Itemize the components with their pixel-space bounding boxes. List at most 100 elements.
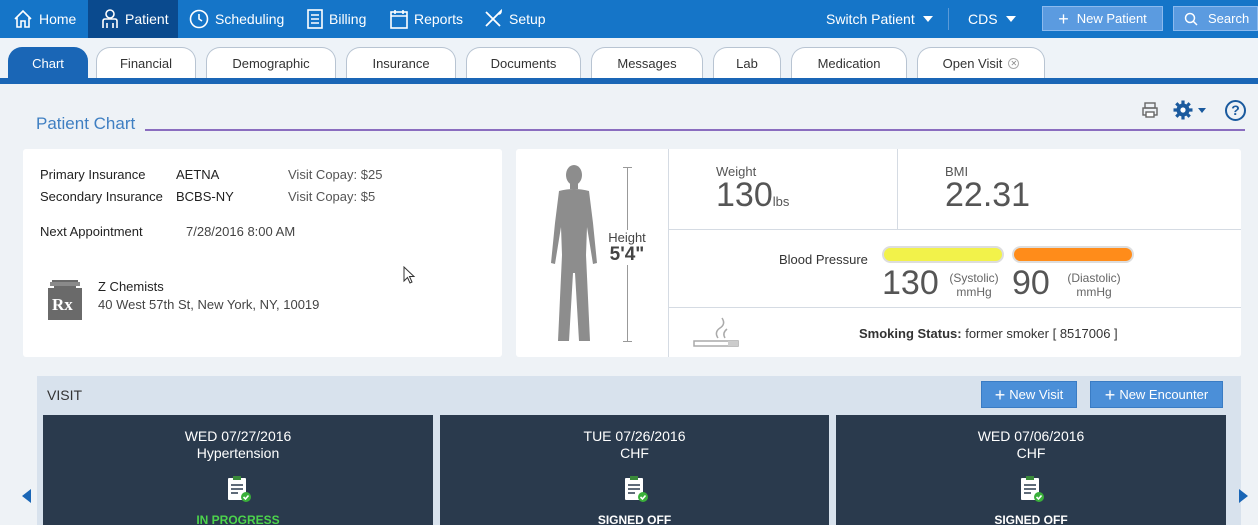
home-icon — [12, 8, 34, 30]
next-appointment-value: 7/28/2016 8:00 AM — [186, 224, 296, 239]
cursor-icon — [403, 265, 417, 291]
new-patient-button[interactable]: + New Patient — [1042, 6, 1163, 31]
nav-reports-label: Reports — [414, 11, 464, 27]
vitals-divider — [897, 149, 898, 229]
tab-financial[interactable]: Financial — [96, 47, 196, 78]
bmi-value: 22.31 — [945, 176, 1031, 214]
switch-patient-label: Switch Patient — [826, 11, 915, 27]
close-icon[interactable]: ✕ — [1008, 57, 1020, 69]
weight-unit: lbs — [772, 194, 790, 209]
height-value: 5'4" — [609, 244, 645, 265]
nav-billing[interactable]: Billing — [306, 0, 366, 38]
vitals-divider — [668, 149, 669, 357]
tab-bar: Chart Financial Demographic Insurance Do… — [0, 38, 1258, 84]
new-visit-button[interactable]: + New Visit — [981, 381, 1077, 408]
search-label: Search — [1208, 11, 1250, 26]
tab-label: Medication — [817, 55, 881, 71]
tab-lab[interactable]: Lab — [713, 47, 781, 78]
nav-home[interactable]: Home — [0, 0, 88, 38]
tools-icon — [482, 8, 504, 30]
nav-patient-label: Patient — [125, 11, 169, 27]
plus-icon: + — [1104, 384, 1116, 405]
primary-insurance-label: Primary Insurance — [40, 167, 146, 182]
visit-diagnosis: Hypertension — [196, 445, 280, 461]
systolic-label: (Systolic) — [949, 271, 999, 285]
visit-date: TUE 07/26/2016 — [583, 428, 686, 444]
systolic-unit: mmHg — [956, 285, 992, 299]
cigarette-icon — [692, 316, 742, 355]
body-silhouette-icon — [545, 163, 603, 348]
tab-label: Messages — [617, 55, 677, 71]
systolic-caption: (Systolic) mmHg — [944, 271, 1004, 299]
secondary-insurance-value: BCBS-NY — [176, 189, 234, 204]
help-icon[interactable]: ? — [1225, 100, 1246, 121]
visit-card[interactable]: WED 07/27/2016 Hypertension IN PROGRESS — [43, 415, 433, 525]
visit-diagnosis: CHF — [620, 445, 649, 461]
blood-pressure-label: Blood Pressure — [779, 252, 868, 267]
nav-reports[interactable]: Reports — [389, 0, 463, 38]
chevron-down-icon — [922, 16, 933, 22]
print-icon[interactable] — [1141, 101, 1159, 124]
smoking-status: Smoking Status: former smoker [ 8517006 … — [859, 326, 1118, 341]
gear-icon — [1172, 99, 1194, 121]
visit-card[interactable]: WED 07/06/2016 CHF SIGNED OFF — [836, 415, 1226, 525]
clock-icon — [188, 8, 210, 30]
title-underline — [145, 129, 1245, 131]
primary-insurance-value: AETNA — [176, 167, 220, 182]
diastolic-label: (Diastolic) — [1067, 271, 1121, 285]
pharmacy-address: 40 West 57th St, New York, NY, 10019 — [98, 297, 320, 312]
new-encounter-button[interactable]: + New Encounter — [1090, 381, 1223, 408]
tab-label: Chart — [32, 55, 64, 71]
next-appointment-label: Next Appointment — [40, 224, 143, 239]
tab-messages[interactable]: Messages — [591, 47, 703, 78]
primary-copay: Visit Copay: $25 — [288, 167, 383, 182]
vitals-divider — [669, 229, 1241, 230]
carousel-next-icon[interactable] — [1239, 489, 1248, 503]
diastolic-value: 90 — [1012, 264, 1050, 302]
visit-status: SIGNED OFF — [994, 513, 1068, 525]
tab-insurance[interactable]: Insurance — [346, 47, 456, 78]
tab-chart[interactable]: Chart — [8, 47, 88, 78]
secondary-copay: Visit Copay: $5 — [288, 189, 376, 204]
calendar-icon — [389, 8, 409, 30]
smoking-value: former smoker [ 8517006 ] — [965, 326, 1118, 341]
diastolic-unit: mmHg — [1076, 285, 1112, 299]
tab-label: Open Visit — [942, 55, 1003, 71]
diastolic-caption: (Diastolic) mmHg — [1060, 271, 1128, 299]
nav-scheduling[interactable]: Scheduling — [188, 0, 284, 38]
tab-open-visit[interactable]: Open Visit ✕ — [917, 47, 1045, 78]
tab-documents[interactable]: Documents — [466, 47, 581, 78]
search-button[interactable]: Search — [1173, 6, 1258, 31]
tab-medication[interactable]: Medication — [791, 47, 907, 78]
pharmacy-name: Z Chemists — [98, 279, 164, 294]
height-ruler-top — [623, 167, 632, 168]
height-ruler-bottom — [623, 341, 632, 342]
weight-value: 130 — [716, 176, 773, 214]
cds-dropdown[interactable]: CDS — [968, 0, 1016, 38]
nav-patient[interactable]: Patient — [88, 0, 178, 38]
cds-label: CDS — [968, 11, 998, 27]
tab-label: Demographic — [232, 55, 310, 71]
carousel-prev-icon[interactable] — [22, 489, 31, 503]
rx-badge-text: Rx — [52, 295, 73, 314]
weight-reading: 130lbs — [716, 176, 789, 215]
nav-home-label: Home — [39, 11, 77, 27]
tab-demographic[interactable]: Demographic — [206, 47, 336, 78]
systolic-value: 130 — [882, 264, 939, 302]
plus-icon: + — [1058, 8, 1069, 29]
visit-status: IN PROGRESS — [196, 513, 280, 525]
switch-patient-dropdown[interactable]: Switch Patient — [826, 0, 933, 38]
height-box: Height 5'4" — [601, 230, 653, 265]
nav-scheduling-label: Scheduling — [215, 11, 285, 27]
billing-icon — [306, 8, 324, 30]
settings-dropdown[interactable] — [1172, 99, 1206, 121]
visit-status: SIGNED OFF — [597, 513, 672, 525]
tab-label: Insurance — [372, 55, 430, 71]
page-title: Patient Chart — [36, 114, 136, 133]
visit-card[interactable]: TUE 07/26/2016 CHF SIGNED OFF — [440, 415, 829, 525]
nav-setup[interactable]: Setup — [482, 0, 546, 38]
top-nav-bar: Home Patient Scheduling Billing Reports … — [0, 0, 1258, 38]
clipboard-check-icon — [623, 475, 649, 508]
visit-diagnosis: CHF — [1016, 445, 1046, 461]
clipboard-check-icon — [1019, 475, 1045, 508]
